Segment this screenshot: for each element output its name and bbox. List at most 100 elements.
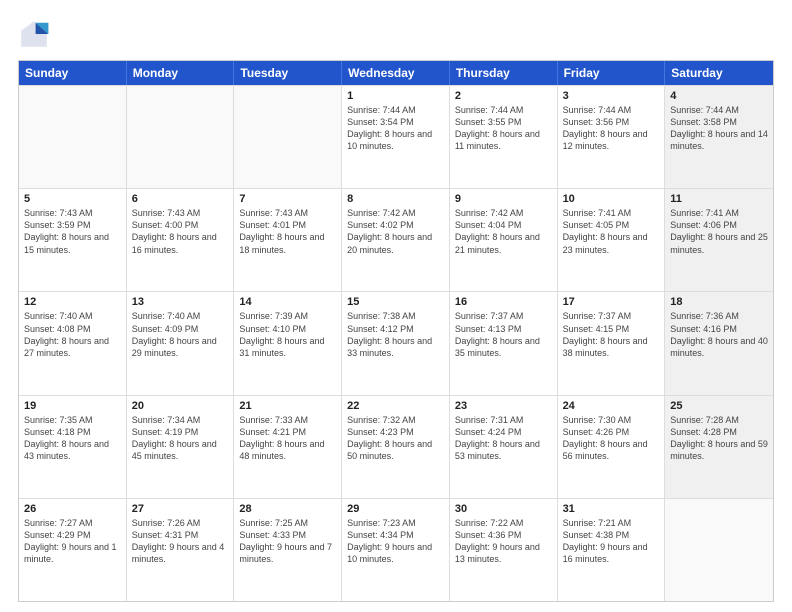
cal-cell-empty [19, 86, 127, 188]
cell-info: Sunrise: 7:25 AM Sunset: 4:33 PM Dayligh… [239, 517, 336, 566]
day-number: 12 [24, 296, 121, 308]
cal-cell-day-8: 8 Sunrise: 7:42 AM Sunset: 4:02 PM Daylig… [342, 189, 450, 291]
cal-cell-day-6: 6 Sunrise: 7:43 AM Sunset: 4:00 PM Daylig… [127, 189, 235, 291]
cal-cell-empty [665, 499, 773, 601]
cal-cell-day-14: 14 Sunrise: 7:39 AM Sunset: 4:10 PM Dayli… [234, 292, 342, 394]
cell-info: Sunrise: 7:36 AM Sunset: 4:16 PM Dayligh… [670, 310, 768, 359]
day-number: 20 [132, 400, 229, 412]
weekday-header-sunday: Sunday [19, 61, 127, 85]
calendar-header: SundayMondayTuesdayWednesdayThursdayFrid… [19, 61, 773, 85]
day-number: 2 [455, 90, 552, 102]
cell-info: Sunrise: 7:40 AM Sunset: 4:09 PM Dayligh… [132, 310, 229, 359]
cal-cell-day-10: 10 Sunrise: 7:41 AM Sunset: 4:05 PM Dayli… [558, 189, 666, 291]
cal-row-1: 5 Sunrise: 7:43 AM Sunset: 3:59 PM Daylig… [19, 188, 773, 291]
cal-cell-day-23: 23 Sunrise: 7:31 AM Sunset: 4:24 PM Dayli… [450, 396, 558, 498]
day-number: 7 [239, 193, 336, 205]
cal-row-3: 19Sunrise: 7:35 AM Sunset: 4:18 PM Dayli… [19, 395, 773, 498]
cell-info: Sunrise: 7:40 AM Sunset: 4:08 PM Dayligh… [24, 310, 121, 359]
cell-info: Sunrise: 7:41 AM Sunset: 4:06 PM Dayligh… [670, 207, 768, 256]
day-number: 27 [132, 503, 229, 515]
day-number: 9 [455, 193, 552, 205]
cell-info: Sunrise: 7:44 AM Sunset: 3:56 PM Dayligh… [563, 104, 660, 153]
day-number: 23 [455, 400, 552, 412]
logo [18, 18, 54, 50]
cell-info: Sunrise: 7:31 AM Sunset: 4:24 PM Dayligh… [455, 414, 552, 463]
day-number: 28 [239, 503, 336, 515]
cal-cell-day-11: 11Sunrise: 7:41 AM Sunset: 4:06 PM Dayli… [665, 189, 773, 291]
cell-info: Sunrise: 7:43 AM Sunset: 4:01 PM Dayligh… [239, 207, 336, 256]
calendar: SundayMondayTuesdayWednesdayThursdayFrid… [18, 60, 774, 602]
weekday-header-tuesday: Tuesday [234, 61, 342, 85]
cell-info: Sunrise: 7:42 AM Sunset: 4:02 PM Dayligh… [347, 207, 444, 256]
day-number: 26 [24, 503, 121, 515]
cell-info: Sunrise: 7:44 AM Sunset: 3:55 PM Dayligh… [455, 104, 552, 153]
day-number: 22 [347, 400, 444, 412]
cal-cell-day-1: 1Sunrise: 7:44 AM Sunset: 3:54 PM Daylig… [342, 86, 450, 188]
cal-cell-day-24: 24Sunrise: 7:30 AM Sunset: 4:26 PM Dayli… [558, 396, 666, 498]
day-number: 6 [132, 193, 229, 205]
day-number: 15 [347, 296, 444, 308]
day-number: 18 [670, 296, 768, 308]
cal-cell-empty [234, 86, 342, 188]
cell-info: Sunrise: 7:21 AM Sunset: 4:38 PM Dayligh… [563, 517, 660, 566]
header [18, 18, 774, 50]
cell-info: Sunrise: 7:41 AM Sunset: 4:05 PM Dayligh… [563, 207, 660, 256]
day-number: 25 [670, 400, 768, 412]
cal-cell-day-30: 30Sunrise: 7:22 AM Sunset: 4:36 PM Dayli… [450, 499, 558, 601]
cal-cell-day-9: 9 Sunrise: 7:42 AM Sunset: 4:04 PM Daylig… [450, 189, 558, 291]
day-number: 29 [347, 503, 444, 515]
day-number: 17 [563, 296, 660, 308]
day-number: 16 [455, 296, 552, 308]
day-number: 21 [239, 400, 336, 412]
cell-info: Sunrise: 7:39 AM Sunset: 4:10 PM Dayligh… [239, 310, 336, 359]
cal-row-4: 26 Sunrise: 7:27 AM Sunset: 4:29 PM Dayli… [19, 498, 773, 601]
cell-info: Sunrise: 7:37 AM Sunset: 4:15 PM Dayligh… [563, 310, 660, 359]
day-number: 13 [132, 296, 229, 308]
cal-cell-day-12: 12 Sunrise: 7:40 AM Sunset: 4:08 PM Dayli… [19, 292, 127, 394]
cell-info: Sunrise: 7:42 AM Sunset: 4:04 PM Dayligh… [455, 207, 552, 256]
cell-info: Sunrise: 7:22 AM Sunset: 4:36 PM Dayligh… [455, 517, 552, 566]
cell-info: Sunrise: 7:44 AM Sunset: 3:54 PM Dayligh… [347, 104, 444, 153]
cell-info: Sunrise: 7:37 AM Sunset: 4:13 PM Dayligh… [455, 310, 552, 359]
cal-cell-day-25: 25 Sunrise: 7:28 AM Sunset: 4:28 PM Dayli… [665, 396, 773, 498]
cal-cell-day-22: 22 Sunrise: 7:32 AM Sunset: 4:23 PM Dayli… [342, 396, 450, 498]
cal-cell-day-5: 5 Sunrise: 7:43 AM Sunset: 3:59 PM Daylig… [19, 189, 127, 291]
calendar-body: 1Sunrise: 7:44 AM Sunset: 3:54 PM Daylig… [19, 85, 773, 601]
weekday-header-saturday: Saturday [665, 61, 773, 85]
cell-info: Sunrise: 7:44 AM Sunset: 3:58 PM Dayligh… [670, 104, 768, 153]
cal-cell-day-19: 19Sunrise: 7:35 AM Sunset: 4:18 PM Dayli… [19, 396, 127, 498]
cell-info: Sunrise: 7:43 AM Sunset: 3:59 PM Dayligh… [24, 207, 121, 256]
cal-cell-day-31: 31Sunrise: 7:21 AM Sunset: 4:38 PM Dayli… [558, 499, 666, 601]
cal-cell-empty [127, 86, 235, 188]
cal-cell-day-27: 27 Sunrise: 7:26 AM Sunset: 4:31 PM Dayli… [127, 499, 235, 601]
cell-info: Sunrise: 7:43 AM Sunset: 4:00 PM Dayligh… [132, 207, 229, 256]
weekday-header-thursday: Thursday [450, 61, 558, 85]
cell-info: Sunrise: 7:30 AM Sunset: 4:26 PM Dayligh… [563, 414, 660, 463]
day-number: 3 [563, 90, 660, 102]
day-number: 10 [563, 193, 660, 205]
cell-info: Sunrise: 7:35 AM Sunset: 4:18 PM Dayligh… [24, 414, 121, 463]
cell-info: Sunrise: 7:27 AM Sunset: 4:29 PM Dayligh… [24, 517, 121, 566]
cell-info: Sunrise: 7:33 AM Sunset: 4:21 PM Dayligh… [239, 414, 336, 463]
cal-cell-day-2: 2 Sunrise: 7:44 AM Sunset: 3:55 PM Daylig… [450, 86, 558, 188]
cell-info: Sunrise: 7:26 AM Sunset: 4:31 PM Dayligh… [132, 517, 229, 566]
day-number: 4 [670, 90, 768, 102]
weekday-header-monday: Monday [127, 61, 235, 85]
cal-cell-day-18: 18 Sunrise: 7:36 AM Sunset: 4:16 PM Dayli… [665, 292, 773, 394]
day-number: 8 [347, 193, 444, 205]
cal-cell-day-20: 20Sunrise: 7:34 AM Sunset: 4:19 PM Dayli… [127, 396, 235, 498]
cell-info: Sunrise: 7:28 AM Sunset: 4:28 PM Dayligh… [670, 414, 768, 463]
cal-cell-day-29: 29Sunrise: 7:23 AM Sunset: 4:34 PM Dayli… [342, 499, 450, 601]
cell-info: Sunrise: 7:32 AM Sunset: 4:23 PM Dayligh… [347, 414, 444, 463]
cal-row-2: 12 Sunrise: 7:40 AM Sunset: 4:08 PM Dayli… [19, 291, 773, 394]
weekday-header-wednesday: Wednesday [342, 61, 450, 85]
weekday-header-friday: Friday [558, 61, 666, 85]
day-number: 5 [24, 193, 121, 205]
cal-cell-day-17: 17 Sunrise: 7:37 AM Sunset: 4:15 PM Dayli… [558, 292, 666, 394]
cal-cell-day-28: 28 Sunrise: 7:25 AM Sunset: 4:33 PM Dayli… [234, 499, 342, 601]
cal-cell-day-7: 7 Sunrise: 7:43 AM Sunset: 4:01 PM Daylig… [234, 189, 342, 291]
cal-cell-day-3: 3 Sunrise: 7:44 AM Sunset: 3:56 PM Daylig… [558, 86, 666, 188]
day-number: 14 [239, 296, 336, 308]
cal-cell-day-13: 13 Sunrise: 7:40 AM Sunset: 4:09 PM Dayli… [127, 292, 235, 394]
cal-cell-day-26: 26 Sunrise: 7:27 AM Sunset: 4:29 PM Dayli… [19, 499, 127, 601]
